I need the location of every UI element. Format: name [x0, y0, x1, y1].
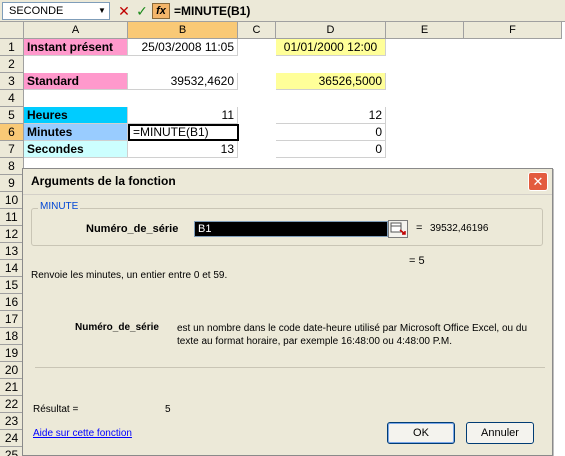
formula-input[interactable]: =MINUTE(B1) [174, 3, 250, 19]
row-header-24[interactable]: 24 [0, 430, 24, 447]
row-header-9[interactable]: 9 [0, 175, 24, 192]
cell-d6[interactable]: 0 [276, 124, 386, 141]
cell-b3[interactable]: 39532,4620 [128, 73, 238, 90]
cell-a5[interactable]: Heures [24, 107, 128, 124]
row-header-11[interactable]: 11 [0, 209, 24, 226]
cancel-button[interactable]: Annuler [466, 422, 534, 444]
cancel-icon[interactable]: ✕ [116, 3, 132, 19]
result-value: 5 [165, 404, 171, 415]
row-header-13[interactable]: 13 [0, 243, 24, 260]
argument-equals: = [416, 222, 423, 234]
row-header-22[interactable]: 22 [0, 396, 24, 413]
row-header-16[interactable]: 16 [0, 294, 24, 311]
row-header-1[interactable]: 1 [0, 39, 24, 56]
column-header-f[interactable]: F [464, 22, 562, 39]
dialog-title: Arguments de la fonction [31, 174, 176, 188]
row-header-7[interactable]: 7 [0, 141, 24, 158]
column-header-c[interactable]: C [238, 22, 276, 39]
cell-a6[interactable]: Minutes [24, 124, 128, 141]
formula-bar: SECONDE ▼ ✕ ✓ fx =MINUTE(B1) [0, 0, 565, 22]
column-header-e[interactable]: E [386, 22, 464, 39]
function-arguments-dialog: Arguments de la fonction ✕ MINUTE Numéro… [22, 168, 553, 456]
ok-button[interactable]: OK [387, 422, 455, 444]
cell-b7[interactable]: 13 [128, 141, 238, 158]
cell-b1[interactable]: 25/03/2008 11:05 [128, 39, 238, 56]
function-group-box: MINUTE Numéro_de_série B1 = 39532,46196 [31, 201, 543, 246]
cell-a3[interactable]: Standard [24, 73, 128, 90]
function-description: Renvoie les minutes, un entier entre 0 e… [31, 270, 228, 281]
argument-detail-name: Numéro_de_série [75, 322, 159, 333]
separator [35, 367, 545, 368]
argument-label: Numéro_de_série [86, 223, 179, 235]
row-header-19[interactable]: 19 [0, 345, 24, 362]
row-header-14[interactable]: 14 [0, 260, 24, 277]
range-selector-icon [390, 222, 406, 235]
cell-d5[interactable]: 12 [276, 107, 386, 124]
cell-b5[interactable]: 11 [128, 107, 238, 124]
row-header-23[interactable]: 23 [0, 413, 24, 430]
row-header-5[interactable]: 5 [0, 107, 24, 124]
dialog-title-bar[interactable]: Arguments de la fonction ✕ [23, 169, 552, 195]
row-header-15[interactable]: 15 [0, 277, 24, 294]
row-header-18[interactable]: 18 [0, 328, 24, 345]
row-header-17[interactable]: 17 [0, 311, 24, 328]
insert-function-icon[interactable]: fx [152, 3, 170, 19]
result-label: Résultat = [33, 404, 79, 415]
close-icon[interactable]: ✕ [528, 172, 548, 191]
name-box-dropdown-icon[interactable]: ▼ [95, 3, 109, 19]
argument-detail-description: est un nombre dans le code date-heure ut… [177, 323, 528, 347]
row-header-10[interactable]: 10 [0, 192, 24, 209]
name-box-value: SECONDE [9, 5, 64, 17]
argument-evaluated-value: 39532,46196 [430, 223, 489, 234]
function-name: MINUTE [38, 201, 81, 212]
name-box[interactable]: SECONDE ▼ [2, 2, 110, 20]
select-all-corner[interactable] [0, 22, 24, 39]
row-header-21[interactable]: 21 [0, 379, 24, 396]
collapse-dialog-icon[interactable] [388, 220, 408, 238]
row-header-12[interactable]: 12 [0, 226, 24, 243]
help-link[interactable]: Aide sur cette fonction [33, 428, 132, 439]
row-header-3[interactable]: 3 [0, 73, 24, 90]
argument-input[interactable]: B1 [194, 221, 388, 237]
row-header-6[interactable]: 6 [0, 124, 24, 141]
formula-result-preview: = 5 [409, 255, 425, 267]
column-header-a[interactable]: A [24, 22, 128, 39]
row-header-20[interactable]: 20 [0, 362, 24, 379]
column-header-b[interactable]: B [128, 22, 238, 39]
row-header-8[interactable]: 8 [0, 158, 24, 175]
cell-d7[interactable]: 0 [276, 141, 386, 158]
cell-a7[interactable]: Secondes [24, 141, 128, 158]
column-header-d[interactable]: D [276, 22, 386, 39]
cell-d1[interactable]: 01/01/2000 12:00 [276, 39, 386, 56]
row-header-25[interactable]: 25 [0, 447, 24, 456]
row-header-2[interactable]: 2 [0, 56, 24, 73]
cell-a1[interactable]: Instant présent [24, 39, 128, 56]
row-header-4[interactable]: 4 [0, 90, 24, 107]
cell-b6-editing[interactable]: =MINUTE(B1) [128, 124, 239, 141]
check-icon[interactable]: ✓ [134, 3, 150, 19]
cell-d3[interactable]: 36526,5000 [276, 73, 386, 90]
